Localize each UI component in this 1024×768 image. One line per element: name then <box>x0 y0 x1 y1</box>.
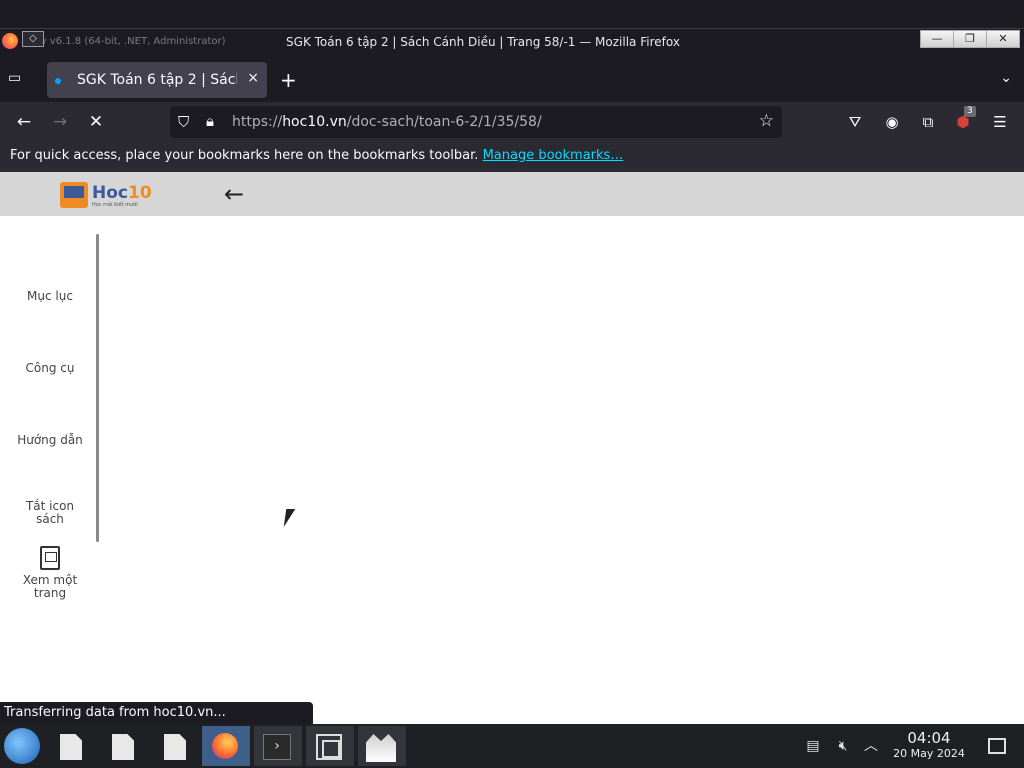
taskbar-file-button[interactable] <box>152 726 196 766</box>
taskbar-file-button[interactable] <box>100 726 144 766</box>
pocket-icon[interactable]: ⛛ <box>844 111 866 133</box>
taskbar-windows-button[interactable] <box>306 726 354 766</box>
document-icon <box>164 734 186 760</box>
window-controls: — ❐ ✕ <box>920 30 1020 48</box>
bookmarks-toolbar: For quick access, place your bookmarks h… <box>0 142 1024 172</box>
tab-strip: ▭ SGK Toán 6 tập 2 | Sách Cánh Diều × + … <box>0 56 1024 102</box>
taskbar-clock[interactable]: 04:04 20 May 2024 <box>884 730 974 761</box>
start-menu-button[interactable] <box>4 728 40 764</box>
sidebar-item-label-line2: trang <box>33 586 67 600</box>
account-icon[interactable]: ◉ <box>881 111 903 133</box>
tray-expand-chevron-up-icon[interactable]: ︿ <box>861 736 881 756</box>
clock-date: 20 May 2024 <box>893 747 965 760</box>
mouse-cursor-icon <box>283 509 296 527</box>
logo-book-icon <box>60 182 88 208</box>
page-back-arrow-icon[interactable]: ← <box>224 180 244 208</box>
manage-bookmarks-link[interactable]: Manage bookmarks… <box>483 148 624 163</box>
new-tab-button[interactable]: + <box>280 68 297 92</box>
document-icon <box>112 734 134 760</box>
taskbar-firefox-button[interactable] <box>202 726 250 766</box>
clipboard-icon[interactable]: ▤ <box>803 736 823 756</box>
extensions-icon[interactable]: ⧉ <box>917 111 939 133</box>
taskbar-file-button[interactable] <box>48 726 92 766</box>
tracking-protection-shield-icon[interactable]: ⛉ <box>178 113 189 131</box>
url-domain: hoc10.vn <box>282 114 347 130</box>
taskbar-app-button[interactable] <box>358 726 406 766</box>
bookmarks-hint-text: For quick access, place your bookmarks h… <box>10 148 479 163</box>
sidebar-item-guide[interactable]: Hướng dẫn <box>0 434 100 447</box>
hoc10-logo[interactable]: Hoc10 Học mãi biết mười <box>60 178 152 210</box>
sidebar-item-toggle-book-icons[interactable]: Tắt icon sách <box>0 500 100 526</box>
back-button[interactable]: ← <box>12 110 36 134</box>
stop-loading-button[interactable]: ✕ <box>84 110 108 134</box>
terminal-icon: › <box>263 734 291 760</box>
single-page-icon <box>40 546 60 570</box>
tab-active[interactable]: SGK Toán 6 tập 2 | Sách Cánh Diều × <box>47 62 267 98</box>
navigation-toolbar: ← → ✕ ⛉ 🔒︎ https://hoc10.vn/doc-sach/toa… <box>0 102 1024 142</box>
url-prefix: https:// <box>232 114 283 130</box>
bookmark-star-icon[interactable]: ☆ <box>759 111 774 131</box>
sidebar-item-tools[interactable]: Công cụ <box>0 362 100 375</box>
lock-icon[interactable]: 🔒︎ <box>206 112 214 130</box>
sidebar-divider <box>96 234 99 542</box>
sidebar-item-single-page-view[interactable]: Xem một trang <box>0 546 100 600</box>
menu-hamburger-icon[interactable]: ☰ <box>989 111 1011 133</box>
tab-close-icon[interactable]: × <box>247 70 259 86</box>
show-desktop-icon[interactable] <box>988 738 1006 754</box>
logo-number: 10 <box>127 183 152 203</box>
volume-muted-icon[interactable]: 🔇︎ <box>833 736 853 756</box>
logo-text: Hoc <box>92 183 128 203</box>
sidebar-item-table-of-contents[interactable]: Mục lục <box>0 290 100 303</box>
firefox-view-icon[interactable]: ▭ <box>8 70 30 90</box>
firefox-icon <box>212 733 238 759</box>
url-text[interactable]: https://hoc10.vn/doc-sach/toan-6-2/1/35/… <box>232 114 542 130</box>
clock-time: 04:04 <box>907 729 951 747</box>
document-icon <box>60 734 82 760</box>
taskbar-terminal-button[interactable]: › <box>254 726 302 766</box>
reader-sidebar: Mục lục Công cụ Hướng dẫn Tắt icon sách … <box>0 216 100 716</box>
logo-brand: Hoc10 <box>92 183 152 203</box>
logo-tagline: Học mãi biết mười <box>92 202 138 208</box>
window-titlebar: ..py v6.1.8 (64-bit, .NET, Administrator… <box>0 0 1024 60</box>
close-window-button[interactable]: ✕ <box>987 31 1019 47</box>
tab-title: SGK Toán 6 tập 2 | Sách Cánh Diều <box>77 72 237 88</box>
taskbar: › ▤ 🔇︎ ︿ 04:04 20 May 2024 <box>0 724 1024 768</box>
ublock-extension-icon[interactable]: ⬢ 3 <box>952 106 976 133</box>
address-bar[interactable]: ⛉ 🔒︎ https://hoc10.vn/doc-sach/toan-6-2/… <box>170 106 782 138</box>
site-header: Hoc10 Học mãi biết mười ← <box>0 172 1024 216</box>
cat-app-icon <box>366 734 396 762</box>
loading-favicon-icon <box>55 78 61 84</box>
list-all-tabs-chevron-down-icon[interactable]: ⌄ <box>1000 70 1012 86</box>
minimize-button[interactable]: — <box>921 31 954 47</box>
maximize-button[interactable]: ❐ <box>954 31 987 47</box>
status-bar: Transferring data from hoc10.vn... <box>0 702 313 724</box>
window-switcher-icon <box>316 734 342 760</box>
window-title: SGK Toán 6 tập 2 | Sách Cánh Diều | Tran… <box>286 35 680 49</box>
url-path: /doc-sach/toan-6-2/1/35/58/ <box>346 114 542 130</box>
extension-badge: 3 <box>964 106 976 117</box>
forward-button[interactable]: → <box>48 110 72 134</box>
sidebar-item-label-line2: sách <box>36 512 64 526</box>
